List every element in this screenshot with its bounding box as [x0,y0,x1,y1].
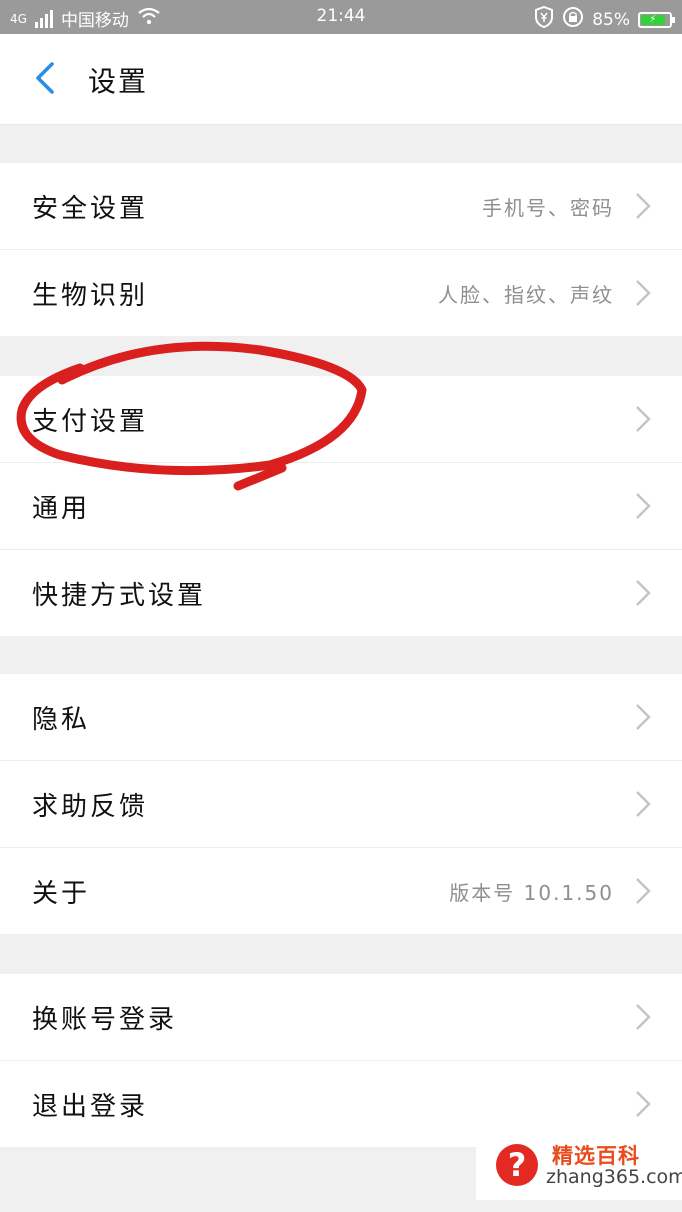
chevron-right-icon [634,278,652,308]
shield-yen-icon [534,5,554,33]
settings-group-account-security: 安全设置 手机号、密码 生物识别 人脸、指纹、声纹 [0,163,682,336]
battery-percent: 85% [592,9,630,30]
settings-group-account: 换账号登录 退出登录 [0,974,682,1147]
row-label: 退出登录 [32,1091,149,1122]
row-label: 换账号登录 [32,1004,178,1035]
row-value: 手机号、密码 [482,195,614,220]
settings-row-general[interactable]: 通用 [0,463,682,550]
chevron-right-icon [634,491,652,521]
chevron-right-icon [634,876,652,906]
settings-row-security[interactable]: 安全设置 手机号、密码 [0,163,682,250]
settings-row-privacy[interactable]: 隐私 [0,674,682,761]
row-value: 人脸、指纹、声纹 [438,282,614,307]
watermark-url: zhang365.com [546,1166,682,1188]
row-label: 隐私 [32,704,91,735]
row-label: 生物识别 [32,280,149,311]
settings-screen: 4G 中国移动 21:44 85% ⚡ 设置 安全设置 手机号、密码 生物识别 … [0,0,682,1212]
battery-fill: ⚡ [641,14,665,25]
chevron-right-icon [634,702,652,732]
page-title: 设置 [88,65,149,98]
chevron-right-icon [634,789,652,819]
battery-icon: ⚡ [638,11,675,28]
row-label: 快捷方式设置 [32,580,207,611]
settings-group-info: 隐私 求助反馈 关于 版本号 10.1.50 [0,674,682,934]
status-bar: 4G 中国移动 21:44 85% ⚡ [0,0,682,34]
chevron-left-icon[interactable] [28,58,62,98]
settings-row-switch-account[interactable]: 换账号登录 [0,974,682,1061]
chevron-right-icon [634,1089,652,1119]
question-mark-icon: ? [496,1144,538,1186]
settings-row-biometric[interactable]: 生物识别 人脸、指纹、声纹 [0,250,682,336]
nav-header: 设置 [0,34,682,125]
settings-group-general: 支付设置 通用 快捷方式设置 [0,376,682,636]
chevron-right-icon [634,404,652,434]
status-right: 85% ⚡ [534,5,675,33]
chevron-right-icon [634,1002,652,1032]
row-label: 关于 [32,878,91,909]
lock-rotation-icon [562,6,584,33]
settings-row-feedback[interactable]: 求助反馈 [0,761,682,848]
chevron-right-icon [634,578,652,608]
settings-row-shortcuts[interactable]: 快捷方式设置 [0,550,682,636]
settings-row-about[interactable]: 关于 版本号 10.1.50 [0,848,682,934]
row-value: 版本号 10.1.50 [449,880,614,905]
row-label: 安全设置 [32,193,149,224]
row-label: 支付设置 [32,406,149,437]
settings-row-payment[interactable]: 支付设置 [0,376,682,463]
chevron-right-icon [634,191,652,221]
row-label: 通用 [32,493,91,524]
row-label: 求助反馈 [32,791,149,822]
watermark: ? 精选百科 zhang365.com [476,1134,682,1200]
